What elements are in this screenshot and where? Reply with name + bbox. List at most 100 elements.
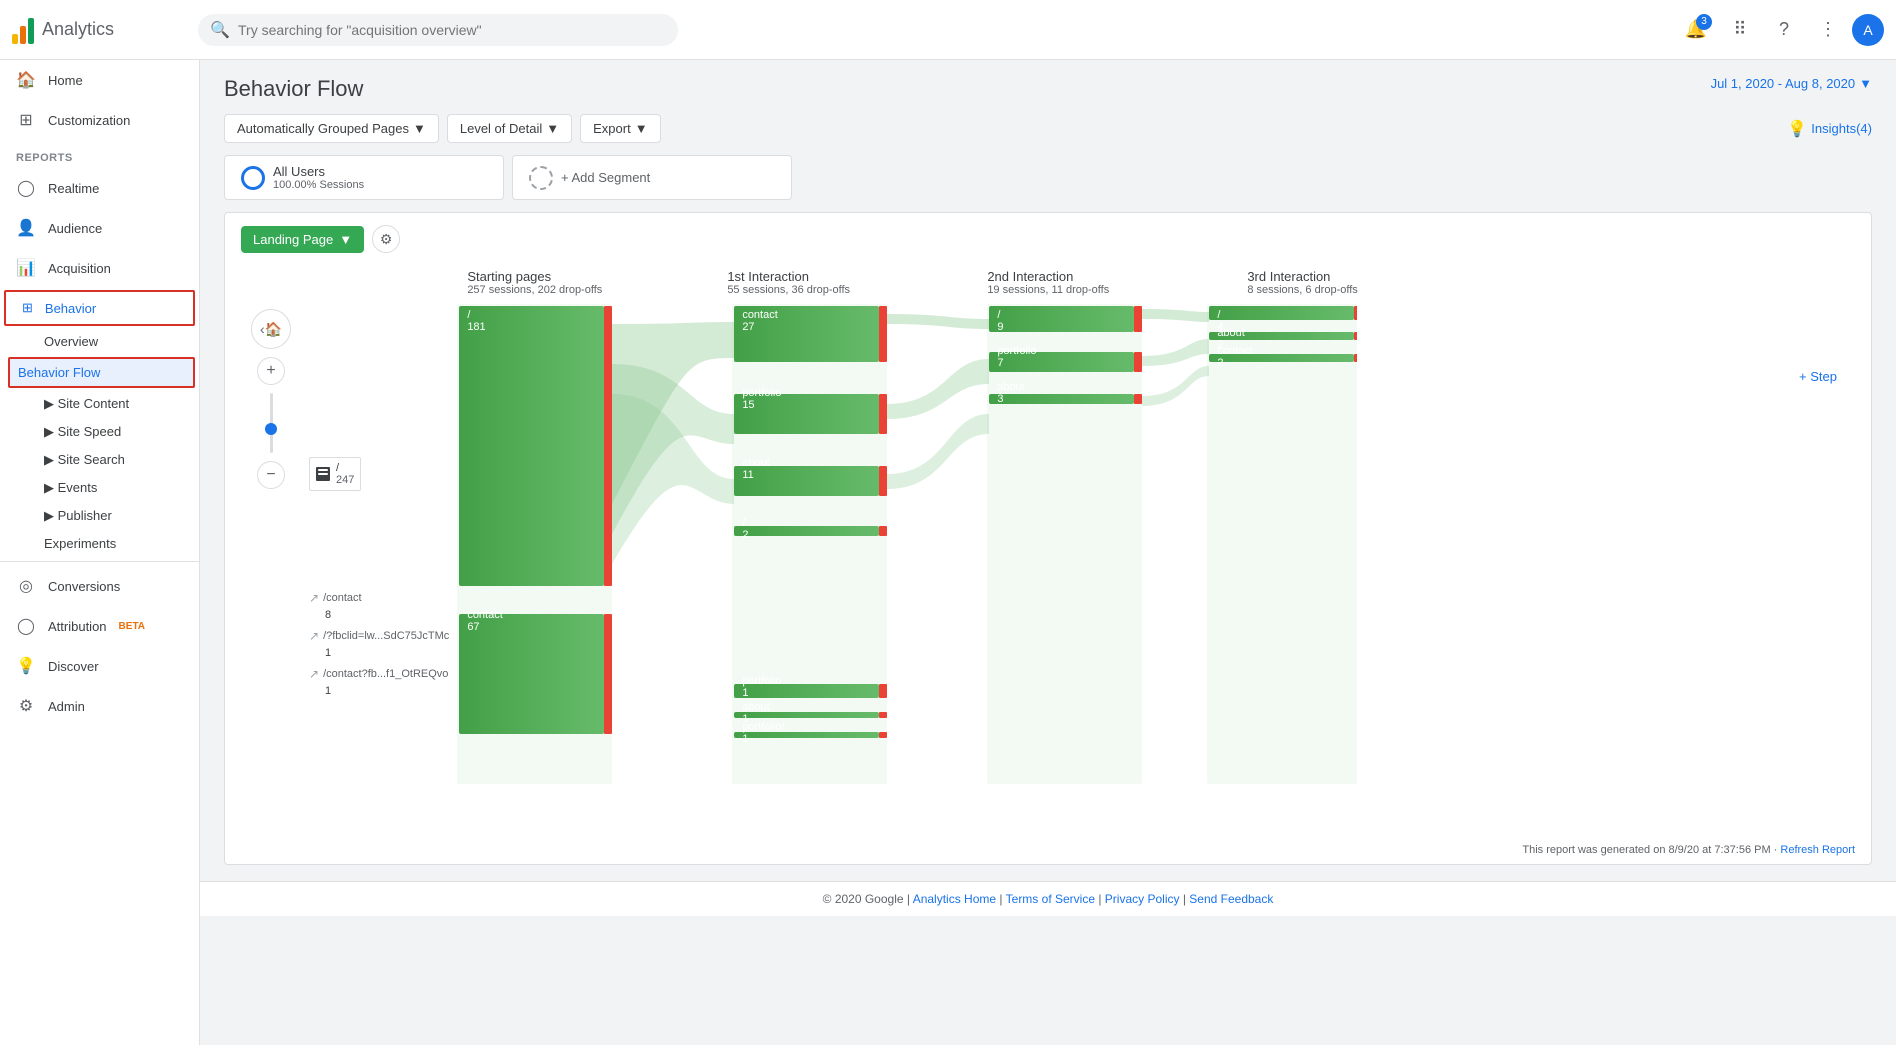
sidebar-sub-site-speed[interactable]: ▶ Site Speed	[0, 418, 199, 446]
footer-privacy[interactable]: Privacy Policy	[1105, 892, 1180, 906]
realtime-icon: ◯	[16, 178, 36, 198]
sidebar-sub-site-search[interactable]: ▶ Site Search	[0, 446, 199, 474]
sidebar-sub-events[interactable]: ▶ Events	[0, 474, 199, 502]
sidebar-sub-experiments[interactable]: Experiments	[0, 530, 199, 557]
sidebar-acquisition-label: Acquisition	[48, 261, 111, 276]
side-entry-0-count: 8	[325, 609, 449, 621]
settings-button[interactable]: ⚙	[372, 225, 400, 253]
segment-circle	[241, 166, 265, 190]
root-node-count: 247	[336, 474, 354, 486]
date-range-selector[interactable]: Jul 1, 2020 - Aug 8, 2020 ▼	[1711, 76, 1872, 91]
side-entry-2-count: 1	[325, 685, 449, 697]
segment-add[interactable]: + Add Segment	[512, 155, 792, 200]
sankey-area: Starting pages 257 sessions, 202 drop-of…	[457, 269, 1855, 824]
reports-section-label: REPORTS	[0, 140, 199, 168]
home-icon: 🏠	[16, 70, 36, 90]
toolbar: Automatically Grouped Pages ▼ Level of D…	[224, 114, 1872, 143]
sidebar-item-admin[interactable]: ⚙ Admin	[0, 686, 199, 726]
side-entry-1-count: 1	[325, 647, 449, 659]
acquisition-icon: 📊	[16, 258, 36, 278]
footer-analytics-home[interactable]: Analytics Home	[913, 892, 996, 906]
landing-page-dropdown[interactable]: Landing Page ▼	[241, 226, 364, 253]
level-of-detail-button[interactable]: Level of Detail ▼	[447, 114, 572, 143]
segment-bar: All Users 100.00% Sessions + Add Segment	[224, 155, 1872, 200]
sidebar-sub-site-content[interactable]: ▶ Site Content	[0, 390, 199, 418]
segment-add-circle	[529, 166, 553, 190]
avatar[interactable]: A	[1852, 14, 1884, 46]
insights-button[interactable]: 💡 Insights(4)	[1787, 119, 1872, 139]
notification-badge: 3	[1696, 14, 1712, 30]
sidebar-customization-label: Customization	[48, 113, 130, 128]
segment-name: All Users	[273, 164, 364, 179]
side-entries: ↗ /contact 8 ↗ /?fbclid=lw...SdC75JcTMc …	[309, 591, 449, 697]
sidebar-admin-label: Admin	[48, 699, 85, 714]
audience-icon: 👤	[16, 218, 36, 238]
sidebar-item-acquisition[interactable]: 📊 Acquisition	[0, 248, 199, 288]
side-entry-2: ↗ /contact?fb...f1_OtREQvo	[309, 667, 449, 681]
page-title: Behavior Flow	[224, 76, 363, 102]
behavior-icon: ⊞	[22, 300, 33, 316]
sidebar: 🏠 Home ⊞ Customization REPORTS ◯ Realtim…	[0, 60, 200, 1045]
notifications-button[interactable]: 🔔 3	[1676, 10, 1716, 50]
admin-icon: ⚙	[16, 696, 36, 716]
side-entry-0: ↗ /contact	[309, 591, 449, 605]
add-step-button[interactable]: + Step	[1791, 369, 1845, 384]
search-input[interactable]	[198, 14, 678, 46]
sidebar-sub-publisher[interactable]: ▶ Publisher	[0, 502, 199, 530]
zoom-out-button[interactable]: −	[257, 461, 285, 489]
sidebar-realtime-label: Realtime	[48, 181, 99, 196]
sidebar-item-attribution[interactable]: ◯ Attribution BETA	[0, 606, 199, 646]
root-node[interactable]: / 247	[309, 457, 361, 491]
side-entry-1: ↗ /?fbclid=lw...SdC75JcTMc	[309, 629, 449, 643]
more-button[interactable]: ⋮	[1808, 10, 1848, 50]
sidebar-attribution-label: Attribution	[48, 619, 107, 634]
app-title: Analytics	[42, 19, 114, 40]
export-button[interactable]: Export ▼	[580, 114, 660, 143]
grouped-pages-button[interactable]: Automatically Grouped Pages ▼	[224, 114, 439, 143]
report-info: This report was generated on 8/9/20 at 7…	[225, 836, 1871, 864]
discover-icon: 💡	[16, 656, 36, 676]
zoom-slider[interactable]	[270, 393, 273, 453]
sidebar-item-audience[interactable]: 👤 Audience	[0, 208, 199, 248]
help-button[interactable]: ?	[1764, 10, 1804, 50]
sidebar-conversions-label: Conversions	[48, 579, 120, 594]
sidebar-item-customization[interactable]: ⊞ Customization	[0, 100, 199, 140]
sidebar-sub-overview[interactable]: Overview	[0, 328, 199, 355]
grouped-pages-arrow: ▼	[413, 121, 426, 136]
col-header-second: 2nd Interaction 19 sessions, 11 drop-off…	[987, 269, 1127, 296]
col-header-first: 1st Interaction 55 sessions, 36 drop-off…	[727, 269, 867, 296]
level-detail-arrow: ▼	[546, 121, 559, 136]
sidebar-item-discover[interactable]: 💡 Discover	[0, 646, 199, 686]
footer-terms[interactable]: Terms of Service	[1006, 892, 1095, 906]
sidebar-audience-label: Audience	[48, 221, 102, 236]
page-header: Behavior Flow Jul 1, 2020 - Aug 8, 2020 …	[224, 76, 1872, 102]
search-icon: 🔍	[210, 20, 230, 40]
customization-icon: ⊞	[16, 110, 36, 130]
zoom-controls: ‹ 🏠 + −	[241, 269, 301, 824]
node-page-icon	[316, 467, 330, 481]
footer: © 2020 Google | Analytics Home | Terms o…	[200, 881, 1896, 916]
apps-button[interactable]: ⠿	[1720, 10, 1760, 50]
sidebar-discover-label: Discover	[48, 659, 99, 674]
attribution-icon: ◯	[16, 616, 36, 636]
footer-feedback[interactable]: Send Feedback	[1189, 892, 1273, 906]
sidebar-item-realtime[interactable]: ◯ Realtime	[0, 168, 199, 208]
nav-left-button[interactable]: ‹ 🏠	[251, 309, 291, 349]
segment-all-users[interactable]: All Users 100.00% Sessions	[224, 155, 504, 200]
sidebar-home-label: Home	[48, 73, 83, 88]
zoom-handle[interactable]	[265, 423, 277, 435]
conversions-icon: ◎	[16, 576, 36, 596]
sidebar-sub-behavior-flow[interactable]: Behavior Flow	[10, 359, 193, 386]
sidebar-behavior-label: Behavior	[45, 301, 96, 316]
app-logo: Analytics	[12, 16, 182, 44]
sidebar-item-home[interactable]: 🏠 Home	[0, 60, 199, 100]
segment-add-label: + Add Segment	[561, 170, 650, 185]
sidebar-item-behavior[interactable]: ⊞ Behavior	[6, 292, 193, 324]
zoom-in-button[interactable]: +	[257, 357, 285, 385]
refresh-report-link[interactable]: Refresh Report	[1780, 844, 1855, 856]
content-area: Behavior Flow Jul 1, 2020 - Aug 8, 2020 …	[200, 60, 1896, 1045]
sankey-svg	[457, 304, 1357, 824]
logo-icon	[12, 16, 34, 44]
sidebar-item-conversions[interactable]: ◎ Conversions	[0, 566, 199, 606]
flow-container: Landing Page ▼ ⚙ ‹ 🏠	[224, 212, 1872, 865]
